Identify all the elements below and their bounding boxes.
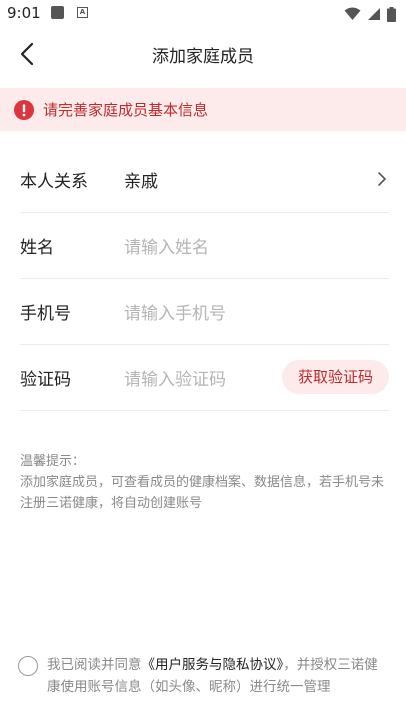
relation-value: 亲戚 <box>124 172 158 192</box>
tips: 温馨提示： 添加家庭成员，可查看成员的健康档案、数据信息，若手机号未注册三诺健康… <box>20 451 390 514</box>
name-row: 姓名 请输入姓名 <box>20 213 389 279</box>
relation-row[interactable]: 本人关系 亲戚 <box>20 147 389 213</box>
signal-icon <box>368 8 380 20</box>
notice-text: 请完善家庭成员基本信息 <box>43 101 209 119</box>
notice-banner: 请完善家庭成员基本信息 <box>0 88 406 131</box>
tips-title: 温馨提示： <box>20 454 86 469</box>
chevron-right-icon <box>378 172 386 186</box>
battery-icon <box>387 6 396 22</box>
phone-row: 手机号 请输入手机号 <box>20 279 389 345</box>
status-indicators <box>344 4 396 24</box>
agreement-prefix: 我已阅读并同意 <box>47 657 142 673</box>
get-code-button[interactable]: 获取验证码 <box>281 360 389 394</box>
notification-a-icon: A <box>77 7 88 18</box>
wifi-icon <box>344 7 361 20</box>
phone-input[interactable]: 请输入手机号 <box>124 299 389 324</box>
phone-label: 手机号 <box>20 304 71 324</box>
status-time: 9:01 <box>7 4 41 22</box>
tips-body: 添加家庭成员，可查看成员的健康档案、数据信息，若手机号未注册三诺健康，将自动创建… <box>20 475 385 511</box>
agreement: 我已阅读并同意《用户服务与隐私协议》，并授权三诺健康使用账号信息（如头像、昵称）… <box>18 654 388 698</box>
page-title: 添加家庭成员 <box>152 47 254 67</box>
notification-app-icon <box>51 6 64 19</box>
code-row: 验证码 请输入验证码 获取验证码 <box>20 345 389 411</box>
status-bar: 9:01 A <box>0 0 406 28</box>
header: 添加家庭成员 <box>0 28 406 80</box>
privacy-policy-link[interactable]: 《用户服务与隐私协议》 <box>142 657 284 673</box>
member-form: 本人关系 亲戚 姓名 请输入姓名 手机号 请输入手机号 验证码 请输入验证码 获… <box>20 147 389 411</box>
agreement-text: 我已阅读并同意《用户服务与隐私协议》，并授权三诺健康使用账号信息（如头像、昵称）… <box>47 654 388 698</box>
name-input[interactable]: 请输入姓名 <box>124 233 389 258</box>
alert-icon <box>14 99 34 120</box>
relation-label: 本人关系 <box>20 172 88 192</box>
name-label: 姓名 <box>20 238 54 258</box>
agree-checkbox[interactable] <box>18 656 38 676</box>
code-label: 验证码 <box>20 370 71 390</box>
